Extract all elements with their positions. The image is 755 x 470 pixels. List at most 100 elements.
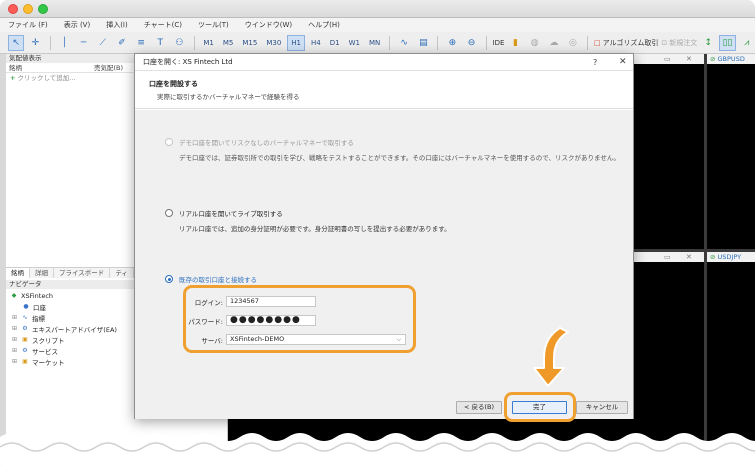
minimize-chart-icon[interactable]: ▭ [664,252,671,262]
option-real-desc: リアル口座では、追加の身分証明が必要です。身分証明書の写しを提出する必要がありま… [179,225,451,233]
trade-icon[interactable]: ↕ [700,35,716,51]
toolbar-separator [437,35,439,50]
accounts-icon: ● [23,303,29,310]
timeframe-h1[interactable]: H1 [287,34,306,51]
close-dialog-icon[interactable]: ✕ [619,54,627,71]
menu-help[interactable]: ヘルプ(H) [308,20,340,30]
expand-icon[interactable]: ⊞ [12,347,18,354]
radio-existing[interactable] [165,275,173,283]
expand-icon[interactable]: ⊞ [12,325,18,332]
password-label: パスワード: [188,317,223,326]
template-icon[interactable]: ▤ [415,35,431,51]
close-window-button[interactable] [8,4,18,14]
tools-icon[interactable]: ✐ [114,35,130,51]
dialog-titlebar: 口座を開く: XS Fintech Ltd ? ✕ [135,54,633,71]
dialog-subheading: 実際に取引するかバーチャルマネーで経験を得る [157,93,300,101]
server-label: サーバ: [201,336,223,345]
shapes-icon[interactable]: ⚇ [171,35,187,51]
menu-window[interactable]: ウインドウ(W) [245,20,292,30]
close-chart-icon[interactable]: ✕ [686,252,692,262]
radio-demo[interactable] [165,138,173,146]
menu-file[interactable]: ファイル (F) [8,20,48,30]
tab-details[interactable]: 詳細 [30,268,54,278]
option-existing[interactable]: 既存の取引口座と接続する [165,274,257,284]
scripts-icon: ▣ [22,336,28,343]
tree-item-label: サービス [32,347,58,356]
timeframe-m1[interactable]: M1 [200,35,217,51]
algo-trading-button[interactable]: □ アルゴリズム取引 [594,38,658,48]
line-chart-icon[interactable]: ⩘ [739,35,755,51]
cursor-icon[interactable]: ↖ [8,34,25,51]
close-chart-icon[interactable]: ✕ [686,54,692,64]
option-demo[interactable]: デモ口座を開いてリスクなしのバーチャルマネーで取引する デモ口座では、証券取引所… [165,137,620,162]
menu-view[interactable]: 表示 (V) [64,20,90,30]
vps-icon[interactable]: ☁ [546,35,562,51]
menu-tools[interactable]: ツール(T) [198,20,229,30]
market-icon[interactable]: ◎ [565,35,581,51]
services-icon: ⚙ [22,347,28,354]
expert-icon: ⚙ [22,325,28,332]
ide-button[interactable]: IDE [493,39,505,47]
timeframe-m15[interactable]: M15 [239,35,260,51]
add-symbol-text: クリックして追加... [17,74,76,82]
login-form-highlight: ログイン: 1234567 パスワード: ●●●●●●●● サーバ: XSFin… [183,285,416,353]
chevron-down-icon: ⌵ [396,336,401,343]
radio-real[interactable] [165,209,173,217]
signals-icon[interactable]: ◍ [527,35,543,51]
timeframe-h4[interactable]: H4 [308,35,324,51]
timeframe-mn[interactable]: MN [366,35,383,51]
tab-ticks[interactable]: ティ [110,268,134,278]
expand-icon[interactable]: ⊞ [12,358,18,365]
col-symbol: 銘柄 [9,64,22,72]
cancel-button[interactable]: キャンセル [576,401,628,414]
expand-icon[interactable]: ⊞ [12,336,18,343]
lock-icon[interactable]: ▮ [507,35,523,51]
password-field[interactable]: ●●●●●●●● [226,315,316,326]
chart-symbol-label: USDJPY [717,253,742,261]
help-icon[interactable]: ? [593,54,597,71]
market-icon: ▣ [22,358,28,365]
server-select[interactable]: XSFintech-DEMO ⌵ [226,334,406,345]
timeframe-d1[interactable]: D1 [327,35,343,51]
timeframe-w1[interactable]: W1 [346,35,363,51]
tab-symbols[interactable]: 銘柄 [6,268,30,278]
finish-button-highlight [504,392,576,422]
text-icon[interactable]: T [152,35,168,51]
candles-icon[interactable]: ▯▯ [719,34,736,51]
expand-icon[interactable]: ⊞ [12,314,18,321]
vertical-line-icon[interactable]: │ [56,35,72,51]
tree-item-label: エキスパートアドバイザ(EA) [32,325,117,334]
trendline-icon[interactable]: ⟋ [95,35,111,51]
maximize-window-button[interactable] [38,4,48,14]
login-field[interactable]: 1234567 [226,296,316,307]
chart-title-usdjpy: ⊘ USDJPY [707,252,755,262]
back-button[interactable]: < 戻る(B) [456,401,502,414]
chart-icon: ⊘ [710,55,718,63]
menu-bar: ファイル (F) 表示 (V) 挿入(I) チャート(C) ツール(T) ウイン… [0,18,755,32]
server-value: XSFintech-DEMO [230,335,285,343]
chart-type-icon[interactable]: ∿ [396,35,412,51]
channel-icon[interactable]: ≡ [133,35,149,51]
menu-insert[interactable]: 挿入(I) [106,20,128,30]
option-real[interactable]: リアル口座を開いてライブ取引する リアル口座では、追加の身分証明が必要です。身分… [165,208,451,233]
col-bid: 売気配(B) [94,64,124,72]
menu-chart[interactable]: チャート(C) [144,20,182,30]
crosshair-icon[interactable]: ✛ [27,35,43,51]
zoom-in-icon[interactable]: ⊕ [444,35,460,51]
minimize-chart-icon[interactable]: ▭ [664,54,671,64]
dialog-header: 口座を開設する 実際に取引するかバーチャルマネーで経験を得る [135,71,633,109]
option-demo-desc: デモ口座では、証券取引所での取引を学び、戦略をテストすることができます。その口座… [179,154,620,162]
minimize-window-button[interactable] [23,4,33,14]
chart-window-gbpusd[interactable]: ⊘ GBPUSD [707,54,755,249]
zoom-out-icon[interactable]: ⊖ [463,35,479,51]
horizontal-line-icon[interactable]: ─ [76,35,92,51]
broker-icon: ◆ [11,292,17,299]
chart-window-usdjpy[interactable]: ⊘ USDJPY [707,252,755,444]
tab-price-board[interactable]: プライスボード [54,268,111,278]
dialog-heading: 口座を開設する [149,80,198,88]
window-titlebar [0,0,755,18]
timeframe-m5[interactable]: M5 [220,35,237,51]
new-order-button[interactable]: ⊡ 新規注文 [661,38,697,48]
tree-item-label: XSFintech [21,291,54,300]
timeframe-m30[interactable]: M30 [263,35,284,51]
